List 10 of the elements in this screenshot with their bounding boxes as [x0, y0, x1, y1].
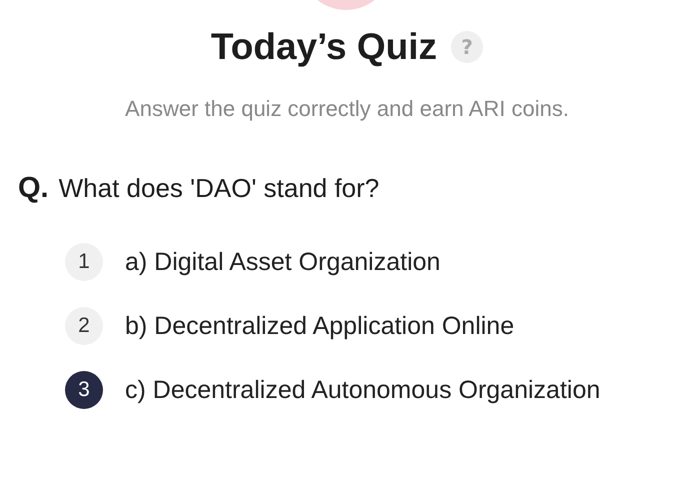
option-text[interactable]: a) Digital Asset Organization	[125, 241, 645, 283]
option-text[interactable]: b) Decentralized Application Online	[125, 305, 645, 347]
option-number[interactable]: 1	[65, 243, 103, 281]
option-text[interactable]: c) Decentralized Autonomous Organization	[125, 369, 645, 411]
quiz-subtitle: Answer the quiz correctly and earn ARI coins.	[124, 96, 570, 122]
option-number[interactable]: 3	[65, 371, 103, 409]
quiz-title: Today’s Quiz	[210, 26, 438, 68]
question-text: What does 'DAO' stand for?	[58, 173, 380, 204]
question-prefix: Q.	[18, 172, 49, 205]
option-number[interactable]: 2	[65, 307, 103, 345]
